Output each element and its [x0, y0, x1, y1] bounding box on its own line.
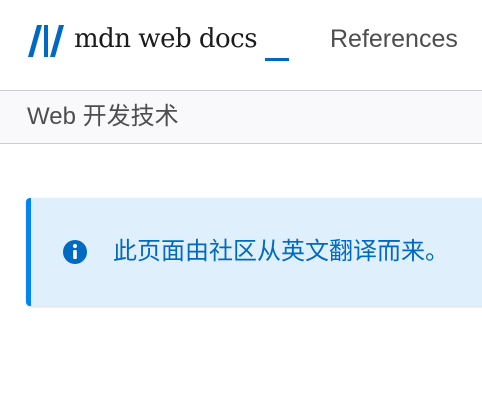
site-header: mdn web docs References: [0, 0, 482, 90]
logo-text: mdn web docs: [74, 24, 258, 54]
mdn-logo-icon: [28, 25, 64, 57]
breadcrumb-item-web[interactable]: Web 开发技术: [27, 102, 179, 132]
translation-notice: 此页面由社区从英文翻译而来。: [26, 198, 482, 306]
logo-cursor-underscore: [265, 58, 289, 61]
nav-item-references[interactable]: References: [330, 22, 458, 56]
notice-message: 此页面由社区从英文翻译而来。: [113, 238, 449, 265]
info-icon: [63, 240, 87, 264]
breadcrumb: Web 开发技术: [0, 90, 482, 144]
